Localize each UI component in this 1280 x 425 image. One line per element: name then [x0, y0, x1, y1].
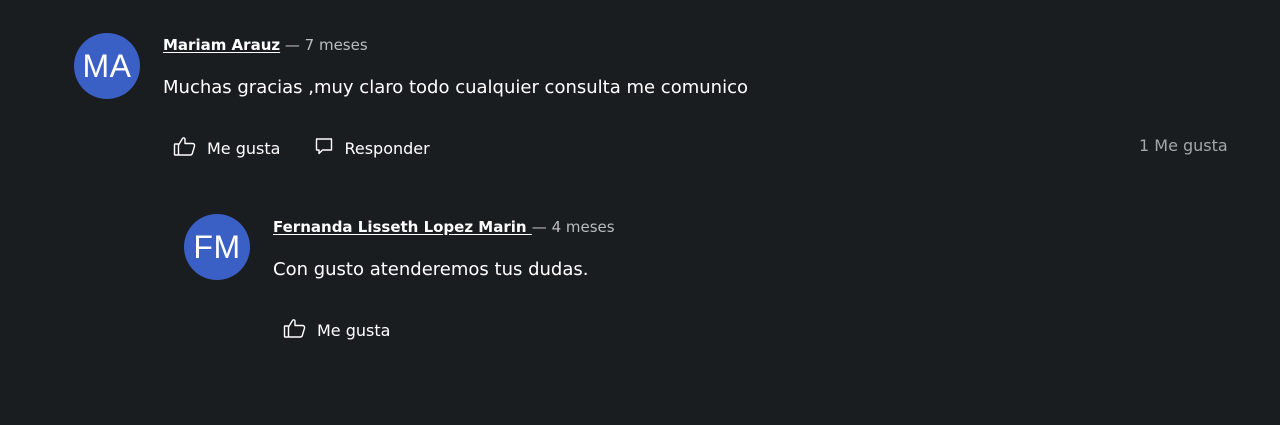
speech-bubble-icon [314, 136, 344, 160]
comments-section: MA Mariam Arauz — 7 meses Muchas gracias… [0, 0, 1280, 425]
comment-text: Muchas gracias ,muy claro todo cualquier… [163, 77, 748, 98]
like-count: 1 Me gusta [1139, 136, 1228, 155]
comment-actions: Me gusta [273, 313, 400, 347]
like-label: Me gusta [207, 138, 281, 158]
reply-comment: FM Fernanda Lisseth Lopez Marin — 4 mese… [0, 190, 1280, 370]
comment-timestamp: — 4 meses [531, 218, 615, 236]
comment: MA Mariam Arauz — 7 meses Muchas gracias… [0, 0, 1280, 190]
avatar: FM [184, 214, 250, 280]
avatar: MA [74, 33, 140, 99]
comment-actions: Me gusta Responder [163, 131, 440, 165]
comment-meta: Mariam Arauz — 7 meses [163, 36, 368, 54]
like-button[interactable]: Me gusta [163, 131, 290, 165]
like-label: Me gusta [317, 320, 391, 340]
reply-label: Responder [344, 138, 430, 158]
reply-button[interactable]: Responder [304, 132, 439, 164]
like-button[interactable]: Me gusta [273, 313, 400, 347]
author-link[interactable]: Mariam Arauz [163, 36, 280, 54]
comment-timestamp: — 7 meses [284, 36, 368, 54]
thumbs-up-icon [283, 317, 317, 343]
comment-meta: Fernanda Lisseth Lopez Marin — 4 meses [273, 218, 615, 236]
author-link[interactable]: Fernanda Lisseth Lopez Marin [273, 218, 532, 236]
thumbs-up-icon [173, 135, 207, 161]
comment-text: Con gusto atenderemos tus dudas. [273, 259, 589, 280]
